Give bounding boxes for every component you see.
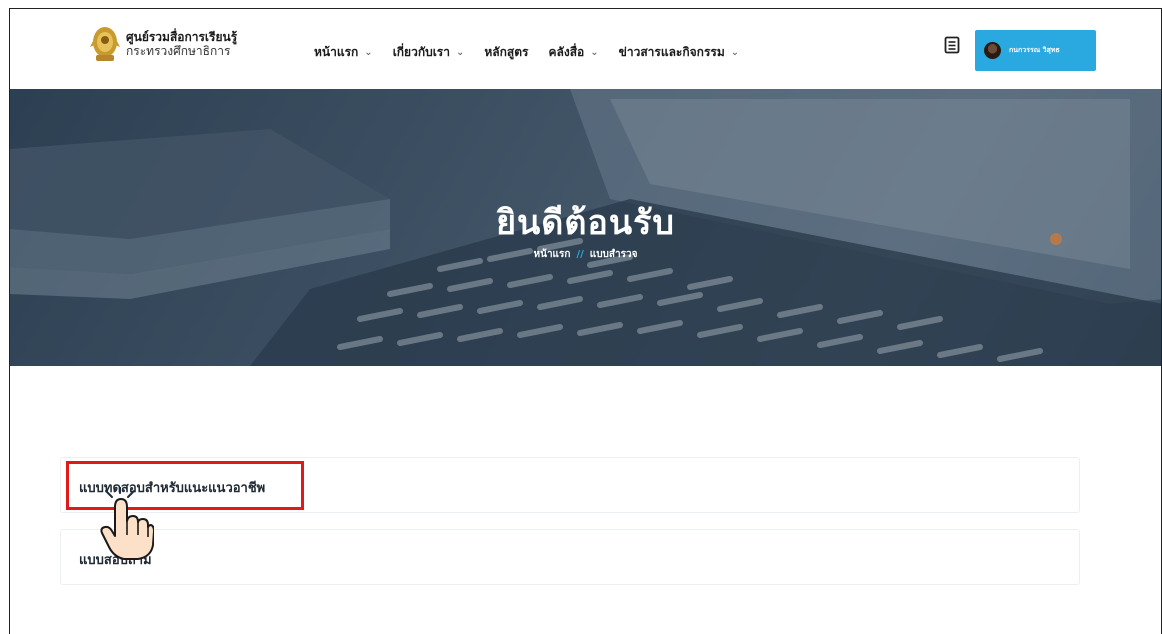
breadcrumb-current: แบบสำรวจ: [589, 249, 638, 260]
brand-subtitle: กระทรวงศึกษาธิการ: [126, 44, 231, 58]
nav-label: ข่าวสารและกิจกรรม: [618, 45, 725, 59]
avatar: [984, 42, 1001, 59]
nav-label: หลักสูตร: [484, 45, 529, 59]
nav-item-media-library[interactable]: คลังสื่อ ⌄: [548, 43, 598, 62]
brand-title: ศูนย์รวมสื่อการเรียนรู้: [126, 30, 238, 44]
survey-card-questionnaire[interactable]: แบบสอบถาม: [60, 529, 1080, 585]
nav-label: เกี่ยวกับเรา: [392, 45, 450, 59]
book-icon[interactable]: [944, 36, 960, 54]
hero-title: ยินดีต้อนรับ: [496, 203, 675, 243]
survey-card-career-test[interactable]: แบบทดสอบสำหรับแนะแนวอาชีพ: [60, 457, 1080, 513]
nav-label: หน้าแรก: [314, 45, 359, 59]
nav-item-home[interactable]: หน้าแรก ⌄: [314, 43, 373, 62]
nav-label: คลังสื่อ: [548, 45, 585, 59]
chevron-down-icon: ⌄: [364, 47, 373, 58]
chevron-down-icon: ⌄: [456, 47, 465, 58]
brand[interactable]: ศูนย์รวมสื่อการเรียนรู้ กระทรวงศึกษาธิกา…: [126, 30, 237, 59]
emblem-logo[interactable]: [90, 25, 120, 65]
chevron-down-icon: ⌄: [590, 47, 599, 58]
breadcrumb-home[interactable]: หน้าแรก: [534, 249, 571, 260]
hero-banner: ยินดีต้อนรับ หน้าแรก // แบบสำรวจ: [10, 89, 1161, 366]
nav-item-about[interactable]: เกี่ยวกับเรา ⌄: [393, 43, 465, 62]
browser-frame: ศูนย์รวมสื่อการเรียนรู้ กระทรวงศึกษาธิกา…: [9, 8, 1162, 634]
breadcrumb: หน้าแรก // แบบสำรวจ: [10, 247, 1161, 262]
user-name: กนกวรรณ วิสุทธ: [1009, 46, 1060, 54]
user-menu-button[interactable]: กนกวรรณ วิสุทธ: [975, 30, 1096, 71]
site-header: ศูนย์รวมสื่อการเรียนรู้ กระทรวงศึกษาธิกา…: [10, 9, 1161, 89]
main-nav: หน้าแรก ⌄ เกี่ยวกับเรา ⌄ หลักสูตร คลังสื…: [314, 43, 739, 62]
chevron-down-icon: ⌄: [730, 47, 740, 58]
pointing-hand-icon: [100, 487, 154, 560]
nav-item-courses[interactable]: หลักสูตร: [484, 43, 528, 62]
breadcrumb-separator: //: [576, 249, 584, 260]
nav-item-news[interactable]: ข่าวสารและกิจกรรม ⌄: [619, 43, 739, 62]
